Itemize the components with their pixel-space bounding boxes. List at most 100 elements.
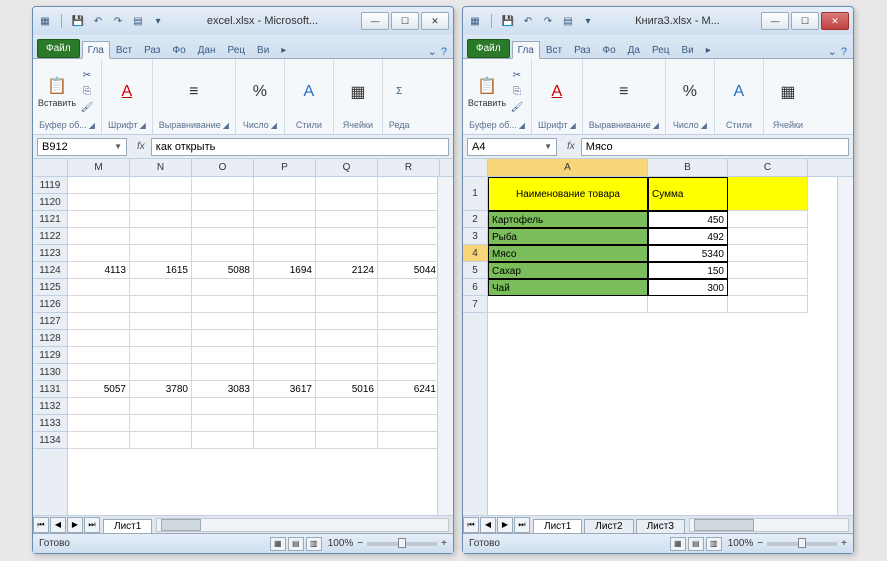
- zoom-out-icon[interactable]: −: [357, 538, 363, 549]
- cell[interactable]: 3780: [130, 381, 192, 398]
- row-header[interactable]: 3: [463, 228, 487, 245]
- cell[interactable]: [68, 398, 130, 415]
- cell[interactable]: [130, 415, 192, 432]
- cell[interactable]: [192, 228, 254, 245]
- cell[interactable]: Рыба: [488, 228, 648, 245]
- row-header[interactable]: 1133: [33, 415, 67, 432]
- tab-review[interactable]: Рец: [222, 41, 252, 58]
- row-header[interactable]: 1132: [33, 398, 67, 415]
- cell[interactable]: 4113: [68, 262, 130, 279]
- tab-more[interactable]: ▸: [275, 41, 292, 58]
- cell[interactable]: [316, 432, 378, 449]
- cell[interactable]: [130, 313, 192, 330]
- sheet-nav-prev[interactable]: ◀: [480, 517, 496, 533]
- tab-more[interactable]: ▸: [700, 41, 717, 58]
- vertical-scrollbar[interactable]: [837, 177, 853, 515]
- sheet-tab[interactable]: Лист2: [584, 519, 633, 533]
- row-header[interactable]: 1122: [33, 228, 67, 245]
- cell[interactable]: 3083: [192, 381, 254, 398]
- cell[interactable]: [316, 398, 378, 415]
- redo-icon[interactable]: ↷: [110, 13, 126, 29]
- zoom-in-icon[interactable]: +: [841, 538, 847, 549]
- titlebar[interactable]: ▦ 💾 ↶ ↷ ▤ ▾ Книга3.xlsx - M... — ☐ ✕: [463, 7, 853, 35]
- cell[interactable]: [68, 177, 130, 194]
- sheet-nav-first[interactable]: ⏮: [33, 517, 49, 533]
- row-header[interactable]: 1134: [33, 432, 67, 449]
- maximize-button[interactable]: ☐: [791, 12, 819, 30]
- tab-insert[interactable]: Вст: [110, 41, 138, 58]
- tab-home[interactable]: Гла: [82, 41, 110, 59]
- tab-layout[interactable]: Раз: [138, 41, 166, 58]
- tab-review[interactable]: Рец: [646, 41, 676, 58]
- cell[interactable]: [68, 415, 130, 432]
- cell[interactable]: 492: [648, 228, 728, 245]
- cell[interactable]: [316, 194, 378, 211]
- maximize-button[interactable]: ☐: [391, 12, 419, 30]
- cell[interactable]: [378, 347, 440, 364]
- new-icon[interactable]: ▤: [130, 13, 146, 29]
- row-header[interactable]: 1123: [33, 245, 67, 262]
- col-header[interactable]: N: [130, 159, 192, 176]
- cell[interactable]: [192, 364, 254, 381]
- undo-icon[interactable]: ↶: [520, 13, 536, 29]
- cell[interactable]: 5088: [192, 262, 254, 279]
- row-header[interactable]: 1127: [33, 313, 67, 330]
- row-header[interactable]: 1: [463, 177, 487, 211]
- tab-home[interactable]: Гла: [512, 41, 540, 59]
- cell[interactable]: [68, 313, 130, 330]
- dropdown-icon[interactable]: ▼: [114, 142, 122, 151]
- cell[interactable]: [316, 364, 378, 381]
- cell[interactable]: Сахар: [488, 262, 648, 279]
- cell[interactable]: Наименование товара: [488, 177, 648, 211]
- cell[interactable]: [254, 279, 316, 296]
- cell[interactable]: [378, 313, 440, 330]
- help-icon[interactable]: ?: [841, 46, 847, 58]
- cell[interactable]: [254, 364, 316, 381]
- sum-icon[interactable]: Σ: [391, 85, 407, 99]
- cell[interactable]: [316, 211, 378, 228]
- close-button[interactable]: ✕: [821, 12, 849, 30]
- cell[interactable]: [254, 245, 316, 262]
- sheet-tab[interactable]: Лист3: [636, 519, 685, 533]
- cell[interactable]: [254, 330, 316, 347]
- cell[interactable]: 2124: [316, 262, 378, 279]
- cell[interactable]: [130, 279, 192, 296]
- cell[interactable]: [130, 364, 192, 381]
- cell[interactable]: [254, 177, 316, 194]
- row-header[interactable]: 1121: [33, 211, 67, 228]
- cell[interactable]: [130, 296, 192, 313]
- cell[interactable]: [68, 364, 130, 381]
- cell[interactable]: [192, 211, 254, 228]
- cell-active[interactable]: Мясо: [488, 245, 648, 262]
- row-header[interactable]: 1119: [33, 177, 67, 194]
- row-header[interactable]: 1128: [33, 330, 67, 347]
- cell[interactable]: [316, 279, 378, 296]
- view-layout-icon[interactable]: ▤: [688, 537, 704, 551]
- name-box[interactable]: B912 ▼: [37, 138, 127, 156]
- cell[interactable]: [68, 211, 130, 228]
- help-icon[interactable]: ?: [441, 46, 447, 58]
- ribbon-collapse-icon[interactable]: ⌄: [428, 45, 437, 58]
- cell[interactable]: 5340: [648, 245, 728, 262]
- cell[interactable]: [316, 228, 378, 245]
- cell[interactable]: [316, 296, 378, 313]
- cell[interactable]: [728, 262, 808, 279]
- view-break-icon[interactable]: ▥: [706, 537, 722, 551]
- cell[interactable]: [254, 398, 316, 415]
- tab-formulas[interactable]: Фо: [166, 41, 191, 58]
- cell[interactable]: 3617: [254, 381, 316, 398]
- col-header[interactable]: R: [378, 159, 440, 176]
- cell[interactable]: 1615: [130, 262, 192, 279]
- col-header[interactable]: M: [68, 159, 130, 176]
- cell[interactable]: [316, 245, 378, 262]
- vertical-scrollbar[interactable]: [437, 177, 453, 515]
- name-box[interactable]: A4 ▼: [467, 138, 557, 156]
- new-icon[interactable]: ▤: [560, 13, 576, 29]
- save-icon[interactable]: 💾: [500, 13, 516, 29]
- paste-button[interactable]: 📋 Вставить: [39, 71, 75, 113]
- sheet-tab[interactable]: Лист1: [103, 519, 152, 533]
- ribbon-collapse-icon[interactable]: ⌄: [828, 45, 837, 58]
- cell[interactable]: [68, 245, 130, 262]
- cell[interactable]: [254, 432, 316, 449]
- sheet-nav-prev[interactable]: ◀: [50, 517, 66, 533]
